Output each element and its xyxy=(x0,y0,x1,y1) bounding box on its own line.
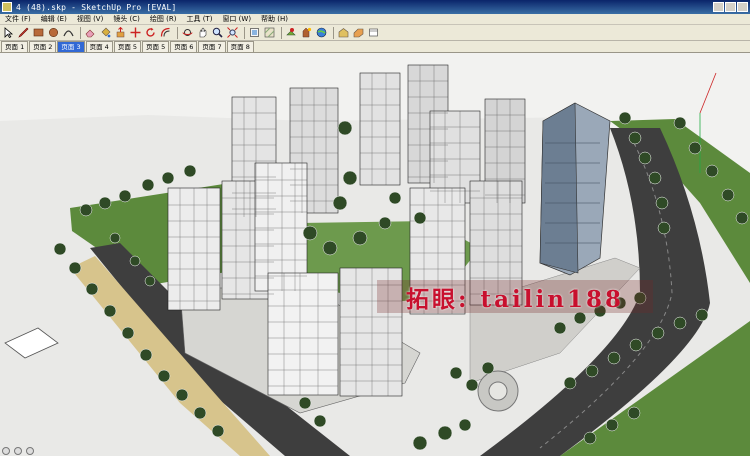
toolbar xyxy=(0,25,750,41)
zoom-extents-icon[interactable] xyxy=(226,26,239,39)
status-dot xyxy=(14,447,22,455)
orbit-icon[interactable] xyxy=(181,26,194,39)
menu-tools[interactable]: 工具 (T) xyxy=(181,14,217,24)
status-dot xyxy=(26,447,34,455)
menu-camera[interactable]: 镜头 (C) xyxy=(108,14,145,24)
toolbar-separator xyxy=(333,26,334,39)
status-dot xyxy=(2,447,10,455)
scene-tab-3[interactable]: 页面 3 xyxy=(57,41,85,52)
menu-view[interactable]: 视图 (V) xyxy=(72,14,108,24)
section-icon[interactable] xyxy=(285,26,298,39)
model-viewport[interactable]: 拓眼: tailin188 xyxy=(0,53,750,456)
minimize-button[interactable] xyxy=(713,2,724,12)
menu-help[interactable]: 帮助 (H) xyxy=(256,14,293,24)
toolbar-separator xyxy=(80,26,81,39)
status-indicators xyxy=(2,447,34,455)
scene-tab-8[interactable]: 页面 7 xyxy=(198,41,226,52)
toolbar-separator xyxy=(281,26,282,39)
scene-tab-6[interactable]: 页面 5 xyxy=(142,41,170,52)
window-title: 4 (48).skp - SketchUp Pro [EVAL] xyxy=(16,2,177,12)
rotate-icon[interactable] xyxy=(144,26,157,39)
extension-icon[interactable] xyxy=(352,26,365,39)
pencil-icon[interactable] xyxy=(17,26,30,39)
scene-tab-9[interactable]: 页面 8 xyxy=(226,41,254,52)
menu-window[interactable]: 窗口 (W) xyxy=(217,14,256,24)
materials-icon[interactable] xyxy=(263,26,276,39)
zoom-icon[interactable] xyxy=(211,26,224,39)
arc-icon[interactable] xyxy=(62,26,75,39)
scene-tab-7[interactable]: 页面 6 xyxy=(170,41,198,52)
maximize-button[interactable] xyxy=(725,2,736,12)
menu-bar: 文件 (F) 编辑 (E) 视图 (V) 镜头 (C) 绘图 (R) 工具 (T… xyxy=(0,14,750,25)
rectangle-icon[interactable] xyxy=(32,26,45,39)
select-icon[interactable] xyxy=(2,26,15,39)
offset-icon[interactable] xyxy=(159,26,172,39)
scene-tab-4[interactable]: 页面 4 xyxy=(85,41,113,52)
menu-draw[interactable]: 绘图 (R) xyxy=(145,14,182,24)
warehouse-icon[interactable] xyxy=(337,26,350,39)
eraser-icon[interactable] xyxy=(84,26,97,39)
title-bar: 4 (48).skp - SketchUp Pro [EVAL] xyxy=(0,0,750,14)
sketchup-window: 4 (48).skp - SketchUp Pro [EVAL] 文件 (F) … xyxy=(0,0,750,456)
geo-location-icon[interactable] xyxy=(315,26,328,39)
close-button[interactable] xyxy=(737,2,748,12)
push-pull-icon[interactable] xyxy=(114,26,127,39)
scene-tab-2[interactable]: 页面 2 xyxy=(29,41,57,52)
components-icon[interactable] xyxy=(248,26,261,39)
toolbar-separator xyxy=(244,26,245,39)
layout-icon[interactable] xyxy=(367,26,380,39)
circle-icon[interactable] xyxy=(47,26,60,39)
shadow-icon[interactable] xyxy=(300,26,313,39)
sketchup-app-icon xyxy=(2,2,12,12)
paint-bucket-icon[interactable] xyxy=(99,26,112,39)
menu-file[interactable]: 文件 (F) xyxy=(0,14,36,24)
toolbar-separator xyxy=(177,26,178,39)
move-icon[interactable] xyxy=(129,26,142,39)
scene-tab-1[interactable]: 页面 1 xyxy=(1,41,29,52)
watermark: 拓眼: tailin188 xyxy=(377,280,653,313)
menu-edit[interactable]: 编辑 (E) xyxy=(36,14,72,24)
pan-icon[interactable] xyxy=(196,26,209,39)
scene-tabs: 页面 1 页面 2 页面 3 页面 4 页面 5 页面 5 页面 6 页面 7 … xyxy=(0,41,750,53)
scene-tab-5[interactable]: 页面 5 xyxy=(113,41,142,52)
